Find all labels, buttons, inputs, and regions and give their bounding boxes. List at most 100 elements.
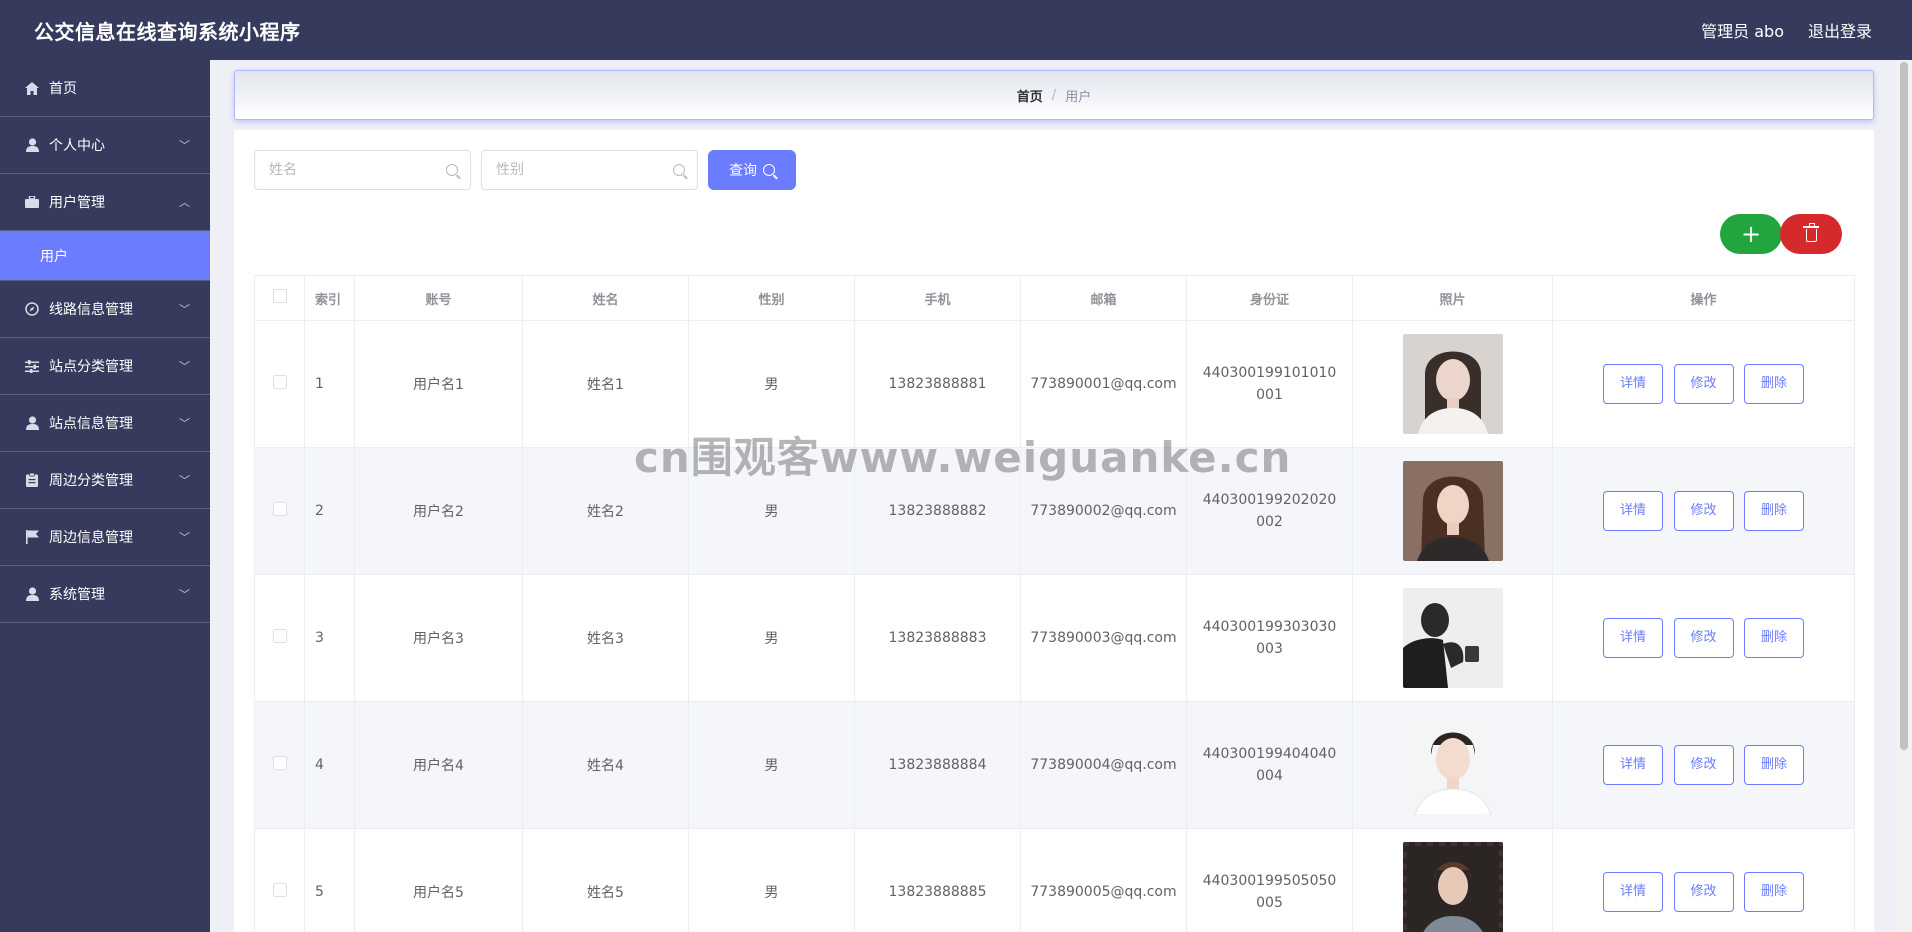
sidebar-item-label: 周边分类管理: [49, 473, 133, 489]
delete-button[interactable]: 删除: [1743, 364, 1804, 404]
sidebar-item-system[interactable]: 系统管理 ﹀: [0, 566, 210, 623]
sidebar-item-route-info[interactable]: 线路信息管理 ﹀: [0, 281, 210, 338]
cell-gender: 男: [688, 828, 855, 932]
sidebar-item-users[interactable]: 用户: [0, 231, 210, 281]
header-index: 索引: [304, 275, 355, 321]
plus-icon: +: [1740, 220, 1762, 248]
user-icon: [24, 586, 40, 602]
user-icon: [24, 415, 40, 431]
breadcrumb-separator: /: [1051, 87, 1057, 103]
cell-index: 5: [304, 828, 355, 932]
user-photo: [1402, 588, 1503, 688]
cell-photo: [1352, 828, 1553, 932]
breadcrumb-home[interactable]: 首页: [1017, 86, 1043, 105]
checkbox-icon: [272, 502, 287, 516]
cell-idcard: 440300199101010001: [1186, 320, 1353, 448]
idcard-text: 440300199202020002: [1202, 492, 1337, 530]
sidebar-item-label: 站点信息管理: [49, 416, 133, 432]
header-email: 邮箱: [1020, 275, 1187, 321]
user-icon: [24, 137, 40, 153]
row-checkbox[interactable]: [254, 701, 305, 829]
chevron-down-icon: ﹀: [179, 474, 190, 487]
header-photo: 照片: [1352, 275, 1553, 321]
cell-index: 3: [304, 574, 355, 702]
edit-button[interactable]: 修改: [1673, 491, 1734, 531]
sidebar-item-nearby-info[interactable]: 周边信息管理 ﹀: [0, 509, 210, 566]
cell-gender: 男: [688, 701, 855, 829]
edit-button[interactable]: 修改: [1673, 872, 1734, 912]
detail-button[interactable]: 详情: [1603, 872, 1664, 912]
edit-button[interactable]: 修改: [1673, 364, 1734, 404]
row-checkbox[interactable]: [254, 828, 305, 932]
row-checkbox[interactable]: [254, 574, 305, 702]
name-search-field[interactable]: [254, 150, 471, 190]
checkbox-icon: [272, 629, 287, 643]
logout-button[interactable]: 退出登录: [1808, 18, 1872, 42]
query-button[interactable]: 查询: [708, 150, 796, 190]
edit-button[interactable]: 修改: [1673, 745, 1734, 785]
user-photo: [1402, 842, 1503, 932]
delete-button[interactable]: 删除: [1743, 872, 1804, 912]
cell-idcard: 440300199202020002: [1186, 447, 1353, 575]
delete-button[interactable]: 删除: [1743, 491, 1804, 531]
sidebar-item-station-category[interactable]: 站点分类管理 ﹀: [0, 338, 210, 395]
cell-actions: 详情 修改 删除: [1552, 574, 1855, 702]
cell-idcard: 440300199404040004: [1186, 701, 1353, 829]
cell-phone: 13823888883: [854, 574, 1021, 702]
gender-search-input[interactable]: [496, 162, 656, 178]
cell-name: 姓名3: [522, 574, 689, 702]
app-title: 公交信息在线查询系统小程序: [34, 19, 301, 44]
idcard-text: 440300199404040004: [1202, 746, 1337, 784]
sidebar-item-user-management[interactable]: 用户管理 ︿: [0, 174, 210, 231]
chevron-down-icon: ﹀: [179, 531, 190, 544]
detail-button[interactable]: 详情: [1603, 364, 1664, 404]
search-bar: 查询: [254, 150, 796, 190]
detail-button[interactable]: 详情: [1603, 491, 1664, 531]
sidebar-item-label: 用户: [40, 248, 68, 265]
select-all-checkbox[interactable]: [254, 275, 305, 321]
search-icon: [446, 164, 458, 176]
delete-button[interactable]: 删除: [1743, 618, 1804, 658]
gender-search-field[interactable]: [481, 150, 698, 190]
cell-name: 姓名4: [522, 701, 689, 829]
table-row: 3 用户名3 姓名3 男 13823888883 773890003@qq.co…: [254, 574, 1855, 702]
batch-delete-button[interactable]: [1780, 214, 1842, 254]
chevron-down-icon: ﹀: [179, 139, 190, 152]
detail-button[interactable]: 详情: [1603, 745, 1664, 785]
cell-photo: [1352, 320, 1553, 448]
breadcrumb: 首页 / 用户: [234, 70, 1874, 120]
edit-button[interactable]: 修改: [1673, 618, 1734, 658]
cell-account: 用户名1: [354, 320, 523, 448]
chevron-down-icon: ﹀: [179, 588, 190, 601]
sidebar-item-home[interactable]: 首页: [0, 60, 210, 117]
cell-email: 773890001@qq.com: [1020, 320, 1187, 448]
sidebar-item-nearby-category[interactable]: 周边分类管理 ﹀: [0, 452, 210, 509]
row-checkbox[interactable]: [254, 320, 305, 448]
trash-icon: [1802, 223, 1819, 242]
cell-gender: 男: [688, 320, 855, 448]
breadcrumb-current: 用户: [1065, 89, 1092, 105]
sidebar-item-station-info[interactable]: 站点信息管理 ﹀: [0, 395, 210, 452]
delete-button[interactable]: 删除: [1743, 745, 1804, 785]
briefcase-icon: [24, 194, 40, 210]
home-icon: [24, 80, 40, 96]
user-photo: [1402, 461, 1503, 561]
detail-button[interactable]: 详情: [1603, 618, 1664, 658]
header-name: 姓名: [522, 275, 689, 321]
cell-account: 用户名5: [354, 828, 523, 932]
idcard-text: 440300199505050005: [1202, 873, 1337, 911]
main-content: 首页 / 用户 查询 +: [210, 60, 1895, 932]
sidebar-item-profile[interactable]: 个人中心 ﹀: [0, 117, 210, 174]
row-checkbox[interactable]: [254, 447, 305, 575]
name-search-input[interactable]: [269, 162, 429, 178]
cell-idcard: 440300199303030003: [1186, 574, 1353, 702]
cell-actions: 详情 修改 删除: [1552, 320, 1855, 448]
cell-account: 用户名4: [354, 701, 523, 829]
scrollbar-thumb[interactable]: [1900, 62, 1908, 750]
sidebar-item-label: 站点分类管理: [49, 359, 133, 375]
page-scrollbar[interactable]: [1896, 60, 1912, 932]
cell-account: 用户名3: [354, 574, 523, 702]
add-button[interactable]: +: [1720, 214, 1782, 254]
sidebar-item-label: 首页: [49, 81, 77, 97]
header-gender: 性别: [688, 275, 855, 321]
